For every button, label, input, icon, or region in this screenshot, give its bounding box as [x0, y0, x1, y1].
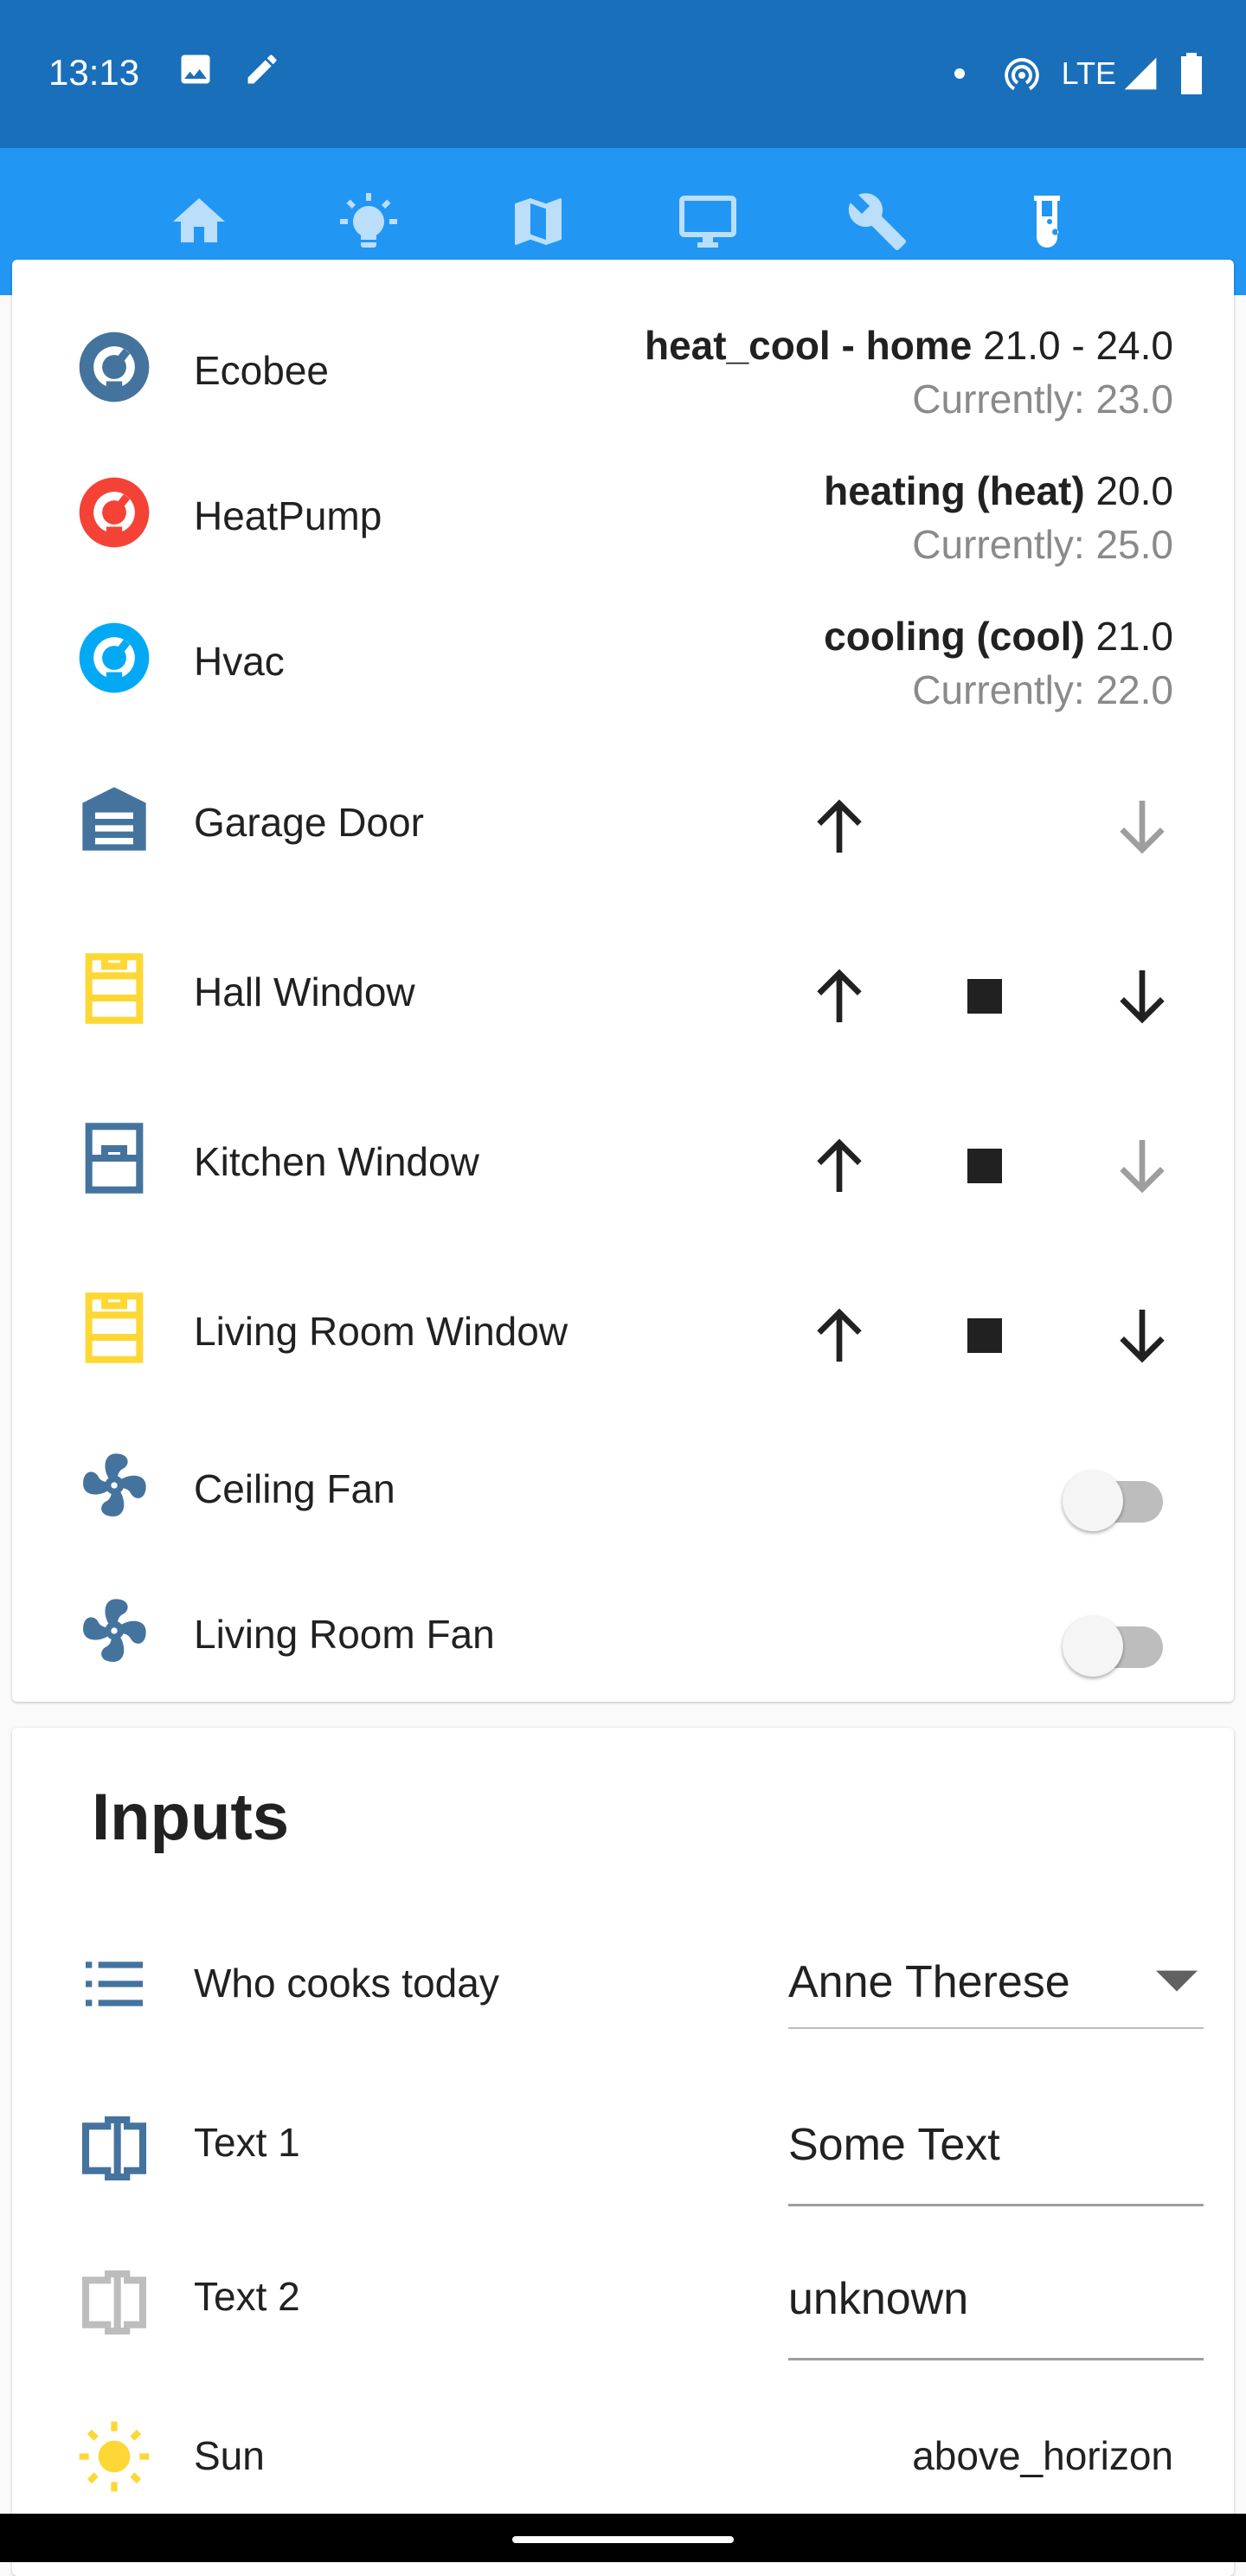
arrow-down-icon — [1120, 801, 1165, 854]
fan-toggle[interactable] — [1063, 1459, 1166, 1531]
format-list-icon — [66, 1935, 163, 2032]
cover-name: Garage Door — [194, 800, 424, 845]
signal-icon — [1124, 57, 1157, 90]
select-value[interactable]: Anne Therese — [788, 1956, 1070, 2008]
thermostat-icon — [66, 319, 163, 415]
arrow-up-icon — [817, 1138, 862, 1192]
climate-state: cooling (cool) 21.0 Currently: 22.0 — [824, 614, 1173, 712]
window-open-icon — [66, 940, 163, 1037]
toggle-knob — [1063, 1616, 1123, 1677]
climate-row-heatpump[interactable]: HeatPump heating (heat) 20.0 Currently: … — [12, 464, 1234, 576]
thermostat-icon — [66, 464, 163, 561]
edit-icon — [247, 55, 277, 84]
monitor-icon — [679, 196, 736, 248]
text-field-value[interactable]: Some Text — [788, 2119, 1000, 2171]
notification-dot-icon — [954, 68, 965, 79]
dropdown-arrow-icon[interactable] — [1156, 1970, 1198, 1996]
battery-icon — [1181, 53, 1202, 94]
entities-card: Ecobee heat_cool - home 21.0 - 24.0 Curr… — [12, 260, 1234, 1702]
open-cover-button[interactable] — [796, 1123, 883, 1209]
cover-name: Kitchen Window — [194, 1139, 479, 1184]
stop-icon — [967, 979, 1002, 1014]
text-field-value[interactable]: unknown — [788, 2273, 968, 2325]
input-label: Text 2 — [194, 2274, 300, 2319]
map-icon — [514, 198, 562, 245]
cover-name: Hall Window — [194, 969, 415, 1014]
arrow-down-icon — [1120, 1140, 1165, 1194]
climate-name: Ecobee — [194, 348, 330, 393]
image-icon — [181, 55, 210, 84]
lightbulb-icon — [340, 193, 397, 248]
stop-icon — [967, 1149, 1002, 1183]
status-indicators: LTE — [954, 52, 1204, 95]
open-cover-button[interactable] — [796, 783, 883, 870]
close-cover-button[interactable] — [1099, 1292, 1185, 1379]
network-type: LTE — [1061, 55, 1116, 91]
fan-name: Living Room Fan — [194, 1612, 495, 1657]
input-label: Who cooks today — [194, 1961, 499, 2006]
cover-row-living-room-window[interactable]: Living Room Window — [12, 1279, 1234, 1392]
stop-cover-button[interactable] — [941, 1292, 1028, 1379]
arrow-up-icon — [817, 799, 862, 853]
text-field-underline — [788, 2358, 1204, 2360]
arrow-down-icon — [1120, 970, 1165, 1024]
hotspot-icon — [1004, 58, 1039, 91]
garage-icon — [66, 770, 163, 867]
climate-row-hvac[interactable]: Hvac cooling (cool) 21.0 Currently: 22.0 — [12, 609, 1234, 722]
fan-name: Ceiling Fan — [194, 1466, 395, 1511]
climate-state: heating (heat) 20.0 Currently: 25.0 — [824, 468, 1173, 567]
fan-row-living-room-fan: Living Room Fan — [12, 1582, 1234, 1695]
sun-row[interactable]: Sun above_horizon — [12, 2408, 1234, 2512]
close-cover-button[interactable] — [1099, 953, 1185, 1040]
inputs-card: Inputs Who cooks today Anne Therese Text… — [12, 1728, 1234, 2576]
input-text-row: Text 2 unknown — [12, 2245, 1234, 2367]
stop-icon — [967, 1318, 1002, 1353]
text-field-underline — [788, 2204, 1204, 2206]
fan-row-ceiling-fan: Ceiling Fan — [12, 1437, 1234, 1549]
thermostat-icon — [66, 609, 163, 706]
sun-label: Sun — [194, 2433, 265, 2478]
climate-row-ecobee[interactable]: Ecobee heat_cool - home 21.0 - 24.0 Curr… — [12, 319, 1234, 431]
status-bar: 13:13 LTE — [0, 0, 1246, 148]
window-closed-icon — [66, 1110, 163, 1207]
close-cover-button[interactable] — [1099, 1123, 1185, 1209]
fan-icon — [66, 1582, 163, 1679]
select-underline — [788, 2027, 1204, 2029]
card-title: Inputs — [92, 1781, 289, 1854]
close-cover-button[interactable] — [1099, 783, 1185, 870]
textbox-icon — [66, 2254, 163, 2351]
home-icon — [173, 198, 225, 242]
cover-name: Living Room Window — [194, 1309, 568, 1354]
cover-row-garage-door[interactable]: Garage Door — [12, 770, 1234, 883]
stop-cover-button[interactable] — [941, 1123, 1028, 1209]
status-time: 13:13 — [48, 52, 140, 93]
climate-state: heat_cool - home 21.0 - 24.0 Currently: … — [644, 323, 1173, 422]
fan-icon — [66, 1437, 163, 1534]
home-gesture-handle[interactable] — [512, 2536, 734, 2543]
input-text-row: Text 1 Some Text — [12, 2091, 1234, 2212]
climate-name: Hvac — [194, 639, 285, 684]
open-cover-button[interactable] — [796, 1292, 883, 1379]
sun-icon — [66, 2408, 163, 2505]
test-tube-icon — [1034, 196, 1060, 248]
arrow-up-icon — [817, 969, 862, 1022]
open-cover-button[interactable] — [796, 953, 883, 1040]
arrow-down-icon — [1120, 1310, 1165, 1363]
input-select-row: Who cooks today Anne Therese — [12, 1932, 1234, 2036]
arrow-up-icon — [817, 1308, 862, 1362]
input-label: Text 1 — [194, 2120, 300, 2165]
sun-state: above_horizon — [912, 2433, 1173, 2478]
toggle-knob — [1063, 1471, 1123, 1531]
climate-name: HeatPump — [194, 493, 382, 538]
wrench-icon — [848, 193, 906, 250]
stop-cover-button[interactable] — [941, 953, 1028, 1040]
cover-row-kitchen-window[interactable]: Kitchen Window — [12, 1110, 1234, 1222]
cover-row-hall-window[interactable]: Hall Window — [12, 940, 1234, 1053]
window-open-icon — [66, 1279, 163, 1376]
textbox-icon — [66, 2100, 163, 2197]
fan-toggle[interactable] — [1063, 1604, 1166, 1677]
